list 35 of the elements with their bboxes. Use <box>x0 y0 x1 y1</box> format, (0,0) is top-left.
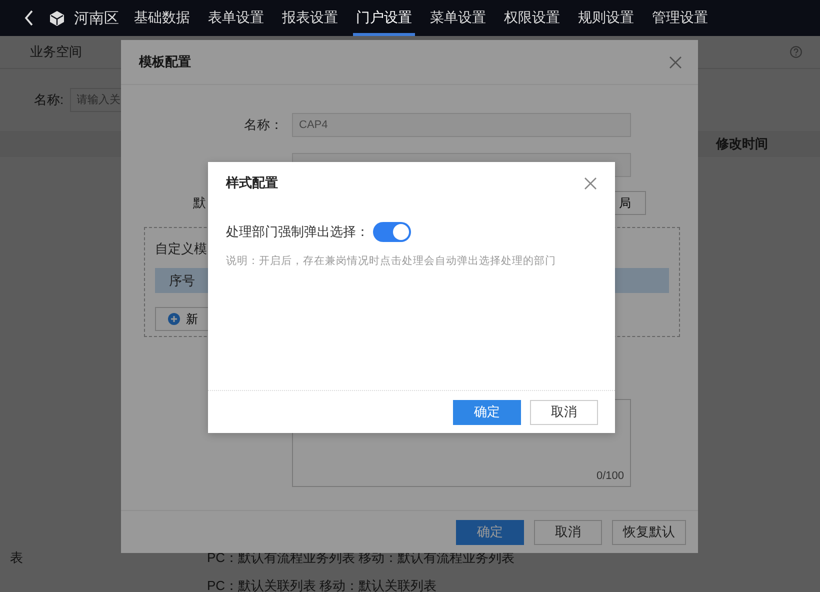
toggle-switch[interactable] <box>373 222 411 242</box>
column-header: 序号 <box>169 272 195 290</box>
char-counter: 0/100 <box>596 470 624 482</box>
cube-icon <box>50 10 64 26</box>
nav-tab[interactable]: 权限设置 <box>501 0 563 36</box>
nav-tab[interactable]: 规则设置 <box>575 0 637 36</box>
description-text: 说明：开启后，存在兼岗情况时点击处理会自动弹出选择处理的部门 <box>225 254 557 268</box>
option-label: 处理部门强制弹出选择： <box>226 223 369 241</box>
nav-tab[interactable]: 管理设置 <box>649 0 711 36</box>
region-name: 河南区 <box>74 8 119 28</box>
plus-icon <box>168 313 180 325</box>
dialog-title: 样式配置 <box>226 174 278 192</box>
help-icon[interactable] <box>790 46 802 58</box>
column-header: 修改时间 <box>716 135 768 153</box>
field-label: 默 <box>193 194 206 212</box>
row-label: 表 <box>10 549 23 567</box>
add-button[interactable]: 新 <box>155 307 211 331</box>
dialog-title: 模板配置 <box>139 53 191 71</box>
secondary-button[interactable]: 取消 <box>530 400 598 424</box>
nav-tab[interactable]: 门户设置 <box>353 0 415 36</box>
nav-tab[interactable]: 基础数据 <box>131 0 193 36</box>
search-label: 名称: <box>34 91 64 109</box>
back-icon[interactable] <box>24 10 34 26</box>
secondary-button[interactable]: 取消 <box>534 520 602 544</box>
nav-tab[interactable]: 菜单设置 <box>427 0 489 36</box>
page-title: 业务空间 <box>30 43 82 61</box>
section-title: 自定义模 <box>155 240 208 258</box>
table-cell-text: PC：默认关联列表 移动：默认关联列表 <box>207 577 438 592</box>
close-icon[interactable] <box>669 56 682 68</box>
confirm-button[interactable]: 确定 <box>453 400 521 424</box>
secondary-button[interactable]: 恢复默认 <box>612 520 686 544</box>
close-icon[interactable] <box>584 176 597 190</box>
nav-tab[interactable]: 表单设置 <box>205 0 267 36</box>
field-label: 名称： <box>243 116 284 134</box>
nav-tab[interactable]: 报表设置 <box>279 0 341 36</box>
